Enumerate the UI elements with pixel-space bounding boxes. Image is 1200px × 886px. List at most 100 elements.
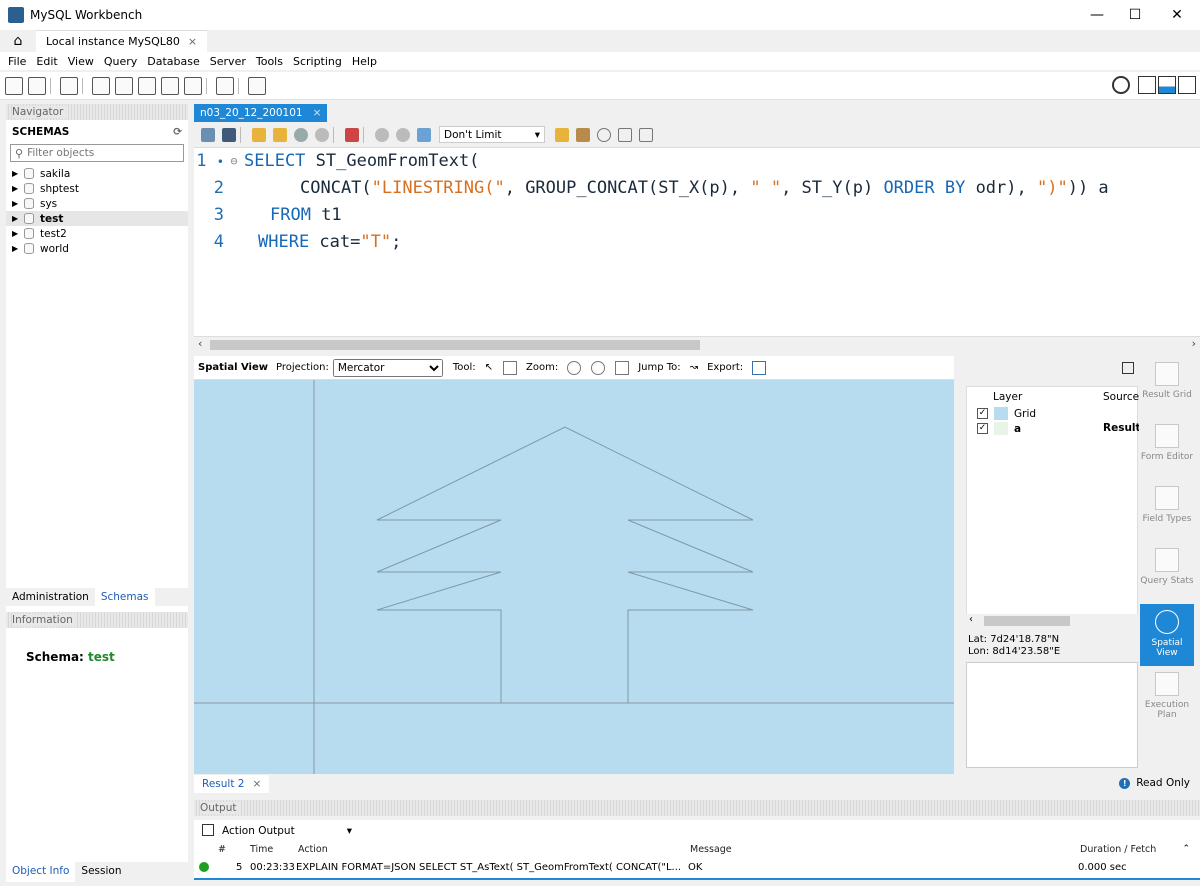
scroll-up-icon[interactable]: ⌃ <box>1182 844 1190 854</box>
home-tab[interactable]: ⌂ <box>0 30 36 52</box>
zoom-out-icon[interactable] <box>567 360 582 375</box>
expand-arrow-icon[interactable]: ▶ <box>12 199 22 208</box>
search-table-data-icon[interactable] <box>216 76 234 95</box>
field-types-button[interactable]: Field Types <box>1140 480 1194 542</box>
editor-horizontal-scrollbar[interactable]: ‹ › <box>194 336 1200 352</box>
expand-arrow-icon[interactable]: ▶ <box>12 229 22 238</box>
close-query-tab-icon[interactable]: × <box>313 107 322 119</box>
connection-tab[interactable]: Local instance MySQL80 × <box>36 30 208 52</box>
tab-object-info[interactable]: Object Info <box>6 862 76 882</box>
tab-session[interactable]: Session <box>75 862 127 882</box>
spatial-map[interactable] <box>194 380 954 774</box>
close-tab-icon[interactable]: × <box>188 35 197 48</box>
layers-horizontal-scrollbar[interactable]: ‹ <box>966 614 1138 628</box>
menu-server[interactable]: Server <box>210 55 246 68</box>
invisible-chars-icon[interactable] <box>618 127 632 142</box>
tab-administration[interactable]: Administration <box>6 588 95 606</box>
result-grid-button[interactable]: Result Grid <box>1140 356 1194 418</box>
toggle-layers-panel-icon[interactable] <box>1122 362 1134 374</box>
select-area-tool-icon[interactable] <box>503 360 518 375</box>
create-view-icon[interactable] <box>138 76 156 95</box>
scroll-thumb[interactable] <box>984 616 1070 626</box>
result-tab[interactable]: Result 2 × <box>194 775 270 793</box>
expand-arrow-icon[interactable]: ▶ <box>12 169 22 178</box>
sql-editor[interactable]: 1 • ⊖ SELECT ST_GeomFromText( 2 CONCAT("… <box>194 148 1200 336</box>
word-wrap-icon[interactable] <box>639 127 653 142</box>
menu-view[interactable]: View <box>68 55 94 68</box>
create-schema-icon[interactable] <box>92 76 110 95</box>
scroll-left-icon[interactable]: ‹ <box>198 337 202 350</box>
query-stats-button[interactable]: Query Stats <box>1140 542 1194 604</box>
find-icon[interactable] <box>597 127 611 142</box>
inspector-icon[interactable] <box>60 76 78 95</box>
reconnect-icon[interactable] <box>248 76 266 95</box>
toggle-output-icon[interactable] <box>1158 76 1176 94</box>
execute-icon[interactable] <box>252 127 266 142</box>
scroll-right-icon[interactable]: › <box>1192 337 1196 350</box>
pointer-tool-icon[interactable]: ↖ <box>485 362 493 373</box>
beautify-icon[interactable] <box>576 127 590 142</box>
new-sql-tab-icon[interactable] <box>5 76 23 95</box>
toggle-sidebar-icon[interactable] <box>1138 76 1156 94</box>
linestring-geometry[interactable] <box>376 426 754 703</box>
filter-objects-field[interactable]: ⚲ <box>10 144 184 162</box>
menu-edit[interactable]: Edit <box>36 55 57 68</box>
execution-plan-button[interactable]: Execution Plan <box>1140 666 1194 728</box>
layer-row-grid[interactable]: ✓ Grid <box>977 407 1036 420</box>
zoom-in-icon[interactable] <box>591 360 606 375</box>
fold-icon[interactable]: ⊖ <box>224 154 244 168</box>
tab-schemas[interactable]: Schemas <box>94 588 155 606</box>
schema-item-shptest[interactable]: ▶ shptest <box>6 181 188 196</box>
close-result-tab-icon[interactable]: × <box>252 778 261 790</box>
schema-item-world[interactable]: ▶ world <box>6 241 188 256</box>
scroll-left-icon[interactable]: ‹ <box>969 614 973 625</box>
rollback-icon[interactable] <box>396 127 410 142</box>
menu-help[interactable]: Help <box>352 55 377 68</box>
export-icon[interactable] <box>752 360 767 375</box>
settings-icon[interactable] <box>1112 76 1130 94</box>
toggle-error-icon[interactable] <box>345 127 359 142</box>
commit-icon[interactable] <box>375 127 389 142</box>
projection-select[interactable]: Mercator <box>332 358 443 377</box>
open-sql-script-icon[interactable] <box>28 76 46 95</box>
create-table-icon[interactable] <box>115 76 133 95</box>
explain-icon[interactable] <box>294 127 308 142</box>
schema-item-sakila[interactable]: ▶ sakila <box>6 166 188 181</box>
layer-visible-checkbox[interactable]: ✓ <box>977 423 988 434</box>
stop-icon[interactable] <box>315 127 329 142</box>
layer-visible-checkbox[interactable]: ✓ <box>977 408 988 419</box>
query-tab[interactable]: n03_20_12_200101 × <box>194 104 328 122</box>
copy-output-icon[interactable] <box>202 824 214 836</box>
schema-item-sys[interactable]: ▶ sys <box>6 196 188 211</box>
create-function-icon[interactable] <box>184 76 202 95</box>
spatial-view-button[interactable]: Spatial View <box>1140 604 1194 666</box>
zoom-fit-icon[interactable] <box>615 360 630 375</box>
add-snippet-icon[interactable] <box>555 127 569 142</box>
schema-item-test[interactable]: ▶ test <box>6 211 188 226</box>
create-procedure-icon[interactable] <box>161 76 179 95</box>
menu-file[interactable]: File <box>8 55 26 68</box>
scroll-thumb[interactable] <box>210 340 700 350</box>
menu-scripting[interactable]: Scripting <box>293 55 342 68</box>
open-file-icon[interactable] <box>201 127 215 142</box>
jump-to-icon[interactable]: ↝ <box>690 362 698 373</box>
execute-current-icon[interactable] <box>273 127 287 142</box>
refresh-schemas-icon[interactable]: ⟳ <box>173 126 182 138</box>
expand-arrow-icon[interactable]: ▶ <box>12 244 22 253</box>
autocommit-icon[interactable] <box>417 127 431 142</box>
expand-arrow-icon[interactable]: ▶ <box>12 184 22 193</box>
form-editor-button[interactable]: Form Editor <box>1140 418 1194 480</box>
toggle-secondary-sidebar-icon[interactable] <box>1178 76 1196 94</box>
menu-tools[interactable]: Tools <box>256 55 283 68</box>
menu-query[interactable]: Query <box>104 55 137 68</box>
schema-item-test2[interactable]: ▶ test2 <box>6 226 188 241</box>
filter-objects-input[interactable] <box>27 147 178 159</box>
maximize-button[interactable]: ☐ <box>1112 0 1158 30</box>
save-icon[interactable] <box>222 127 236 142</box>
expand-arrow-icon[interactable]: ▶ <box>12 214 22 223</box>
row-limit-select[interactable]: Don't Limit ▾ <box>439 126 545 143</box>
close-window-button[interactable]: ✕ <box>1154 0 1200 30</box>
output-mode-select[interactable]: Action Output ▾ <box>222 825 352 837</box>
menu-database[interactable]: Database <box>147 55 200 68</box>
layer-row-a[interactable]: ✓ a <box>977 422 1021 435</box>
